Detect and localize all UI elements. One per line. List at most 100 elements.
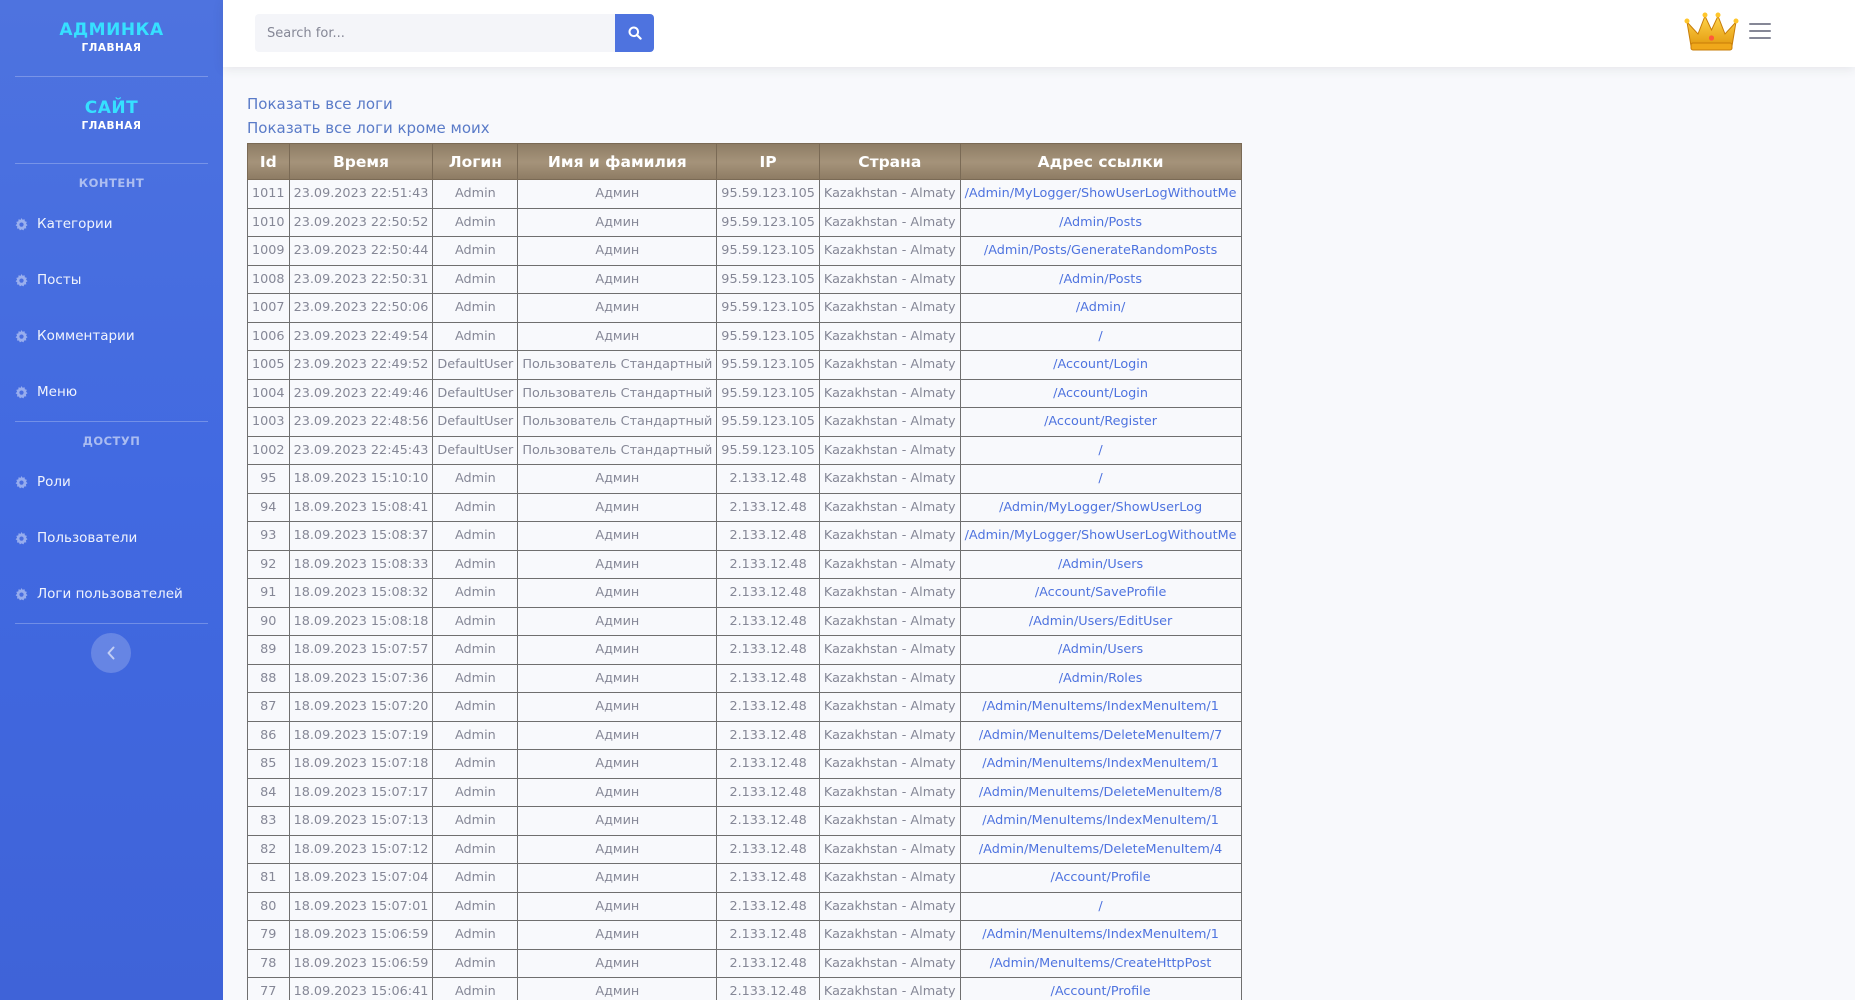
- table-row: 1005 23.09.2023 22:49:52 DefaultUser Пользо…: [247, 350, 1242, 380]
- sidebar-item-label: Меню: [37, 384, 78, 400]
- column-header: Адрес ссылки: [959, 143, 1242, 180]
- cell-login: Admin: [432, 521, 519, 551]
- show-all-logs-except-mine-link[interactable]: Показать все логи кроме моих: [247, 116, 1242, 140]
- hamburger-bar: [1749, 37, 1771, 39]
- cell-url: /Admin/Posts: [959, 207, 1242, 237]
- sidebar-content-item[interactable]: Посты: [0, 252, 223, 308]
- url-link[interactable]: /Admin/MenuItems/IndexMenuItem/1: [982, 927, 1219, 942]
- cell-country: Kazakhstan - Almaty: [818, 578, 961, 608]
- url-link[interactable]: /Admin/MenuItems/IndexMenuItem/1: [982, 756, 1219, 771]
- cell-url: /Admin/MenuItems/IndexMenuItem/1: [959, 920, 1242, 950]
- cell-fullname: Админ: [517, 464, 718, 494]
- url-link[interactable]: /Admin/Posts: [1059, 215, 1142, 230]
- url-link[interactable]: /Admin/Posts/GenerateRandomPosts: [984, 243, 1217, 258]
- url-link[interactable]: /: [1098, 471, 1102, 486]
- url-link[interactable]: /Account/Profile: [1051, 870, 1151, 885]
- sidebar-item-label: Роли: [37, 474, 71, 490]
- url-link[interactable]: /Admin/Roles: [1059, 671, 1143, 686]
- url-link[interactable]: /Admin/Users: [1058, 557, 1143, 572]
- cell-fullname: Админ: [517, 777, 718, 807]
- url-link[interactable]: /Admin/Users/EditUser: [1029, 614, 1173, 629]
- column-header: Страна: [818, 143, 961, 180]
- cell-country: Kazakhstan - Almaty: [818, 236, 961, 266]
- hamburger-bar: [1749, 23, 1771, 25]
- sidebar-access-item[interactable]: Пользователи: [0, 510, 223, 566]
- url-link[interactable]: /Admin/Users: [1058, 642, 1143, 657]
- url-link[interactable]: /Admin/MyLogger/ShowUserLog: [999, 500, 1202, 515]
- url-link[interactable]: /: [1098, 329, 1102, 344]
- cell-id: 1008: [247, 264, 290, 294]
- table-row: 88 18.09.2023 15:07:36 Admin Админ 2.133.12.…: [247, 663, 1242, 693]
- url-link[interactable]: /Admin/MenuItems/CreateHttpPost: [990, 956, 1212, 971]
- cell-country: Kazakhstan - Almaty: [818, 435, 961, 465]
- cell-url: /Account/Profile: [959, 863, 1242, 893]
- cell-login: Admin: [432, 720, 519, 750]
- cell-login: DefaultUser: [432, 350, 519, 380]
- cell-country: Kazakhstan - Almaty: [818, 264, 961, 294]
- table-row: 79 18.09.2023 15:06:59 Admin Админ 2.133.12.…: [247, 920, 1242, 950]
- url-link[interactable]: /Admin/MenuItems/IndexMenuItem/1: [982, 813, 1219, 828]
- user-avatar[interactable]: [1684, 8, 1739, 53]
- url-link[interactable]: /Account/Profile: [1051, 984, 1151, 999]
- url-link[interactable]: /: [1098, 443, 1102, 458]
- url-link[interactable]: /Admin/Posts: [1059, 272, 1142, 287]
- url-link[interactable]: /Admin/: [1076, 300, 1125, 315]
- url-link[interactable]: /Account/Register: [1044, 414, 1157, 429]
- url-link[interactable]: /Admin/MyLogger/ShowUserLogWithoutMe: [965, 528, 1237, 543]
- cell-id: 77: [247, 977, 290, 1000]
- cell-time: 23.09.2023 22:45:43: [288, 435, 434, 465]
- url-link[interactable]: /Admin/MenuItems/IndexMenuItem/1: [982, 699, 1219, 714]
- cell-country: Kazakhstan - Almaty: [818, 407, 961, 437]
- cell-ip: 2.133.12.48: [716, 749, 820, 779]
- url-link[interactable]: /Admin/MyLogger/ShowUserLogWithoutMe: [965, 186, 1237, 201]
- search-button[interactable]: [615, 14, 654, 52]
- cell-id: 86: [247, 720, 290, 750]
- sidebar-access-menu: Роли Пользователи Логи пользователей: [0, 454, 223, 622]
- sidebar-access-item[interactable]: Логи пользователей: [0, 566, 223, 622]
- sidebar-content-item[interactable]: Меню: [0, 364, 223, 420]
- cell-ip: 2.133.12.48: [716, 777, 820, 807]
- url-link[interactable]: /Account/Login: [1053, 357, 1148, 372]
- sidebar-content-item[interactable]: Категории: [0, 196, 223, 252]
- site-home-link[interactable]: САЙТ ГЛАВНАЯ: [0, 77, 223, 163]
- cell-country: Kazakhstan - Almaty: [818, 720, 961, 750]
- url-link[interactable]: /: [1098, 899, 1102, 914]
- cell-login: Admin: [432, 977, 519, 1000]
- url-link[interactable]: /Account/SaveProfile: [1035, 585, 1167, 600]
- sidebar-content-item[interactable]: Комментарии: [0, 308, 223, 364]
- cell-id: 1011: [247, 179, 290, 209]
- url-link[interactable]: /Admin/MenuItems/DeleteMenuItem/8: [979, 785, 1222, 800]
- cell-fullname: Админ: [517, 236, 718, 266]
- gear-icon: [15, 475, 28, 489]
- cell-login: Admin: [432, 606, 519, 636]
- sidebar-divider: [15, 421, 208, 422]
- gear-icon: [15, 217, 28, 231]
- search-icon: [628, 26, 642, 40]
- gear-icon: [15, 385, 28, 399]
- cell-ip: 95.59.123.105: [716, 236, 820, 266]
- show-all-logs-link[interactable]: Показать все логи: [247, 92, 1242, 116]
- url-link[interactable]: /Admin/MenuItems/DeleteMenuItem/7: [979, 728, 1222, 743]
- cell-ip: 2.133.12.48: [716, 720, 820, 750]
- admin-brand-link[interactable]: АДМИНКА ГЛАВНАЯ: [0, 0, 223, 76]
- sidebar-access-item[interactable]: Роли: [0, 454, 223, 510]
- cell-id: 90: [247, 606, 290, 636]
- url-link[interactable]: /Admin/MenuItems/DeleteMenuItem/4: [979, 842, 1222, 857]
- cell-url: /Admin/MenuItems/IndexMenuItem/1: [959, 806, 1242, 836]
- cell-fullname: Пользователь Стандартный: [517, 378, 718, 408]
- sidebar-toggle-button[interactable]: [91, 633, 131, 673]
- search-input[interactable]: [255, 14, 616, 52]
- cell-url: /Admin/Users/EditUser: [959, 606, 1242, 636]
- cell-country: Kazakhstan - Almaty: [818, 920, 961, 950]
- cell-login: Admin: [432, 293, 519, 323]
- cell-login: DefaultUser: [432, 407, 519, 437]
- cell-id: 1006: [247, 321, 290, 351]
- cell-ip: 2.133.12.48: [716, 977, 820, 1000]
- cell-time: 18.09.2023 15:07:57: [288, 635, 434, 665]
- cell-url: /: [959, 435, 1242, 465]
- hamburger-icon[interactable]: [1749, 23, 1771, 41]
- cell-url: /Admin/MenuItems/DeleteMenuItem/7: [959, 720, 1242, 750]
- cell-country: Kazakhstan - Almaty: [818, 635, 961, 665]
- url-link[interactable]: /Account/Login: [1053, 386, 1148, 401]
- table-row: 77 18.09.2023 15:06:41 Admin Админ 2.133.12.…: [247, 977, 1242, 1000]
